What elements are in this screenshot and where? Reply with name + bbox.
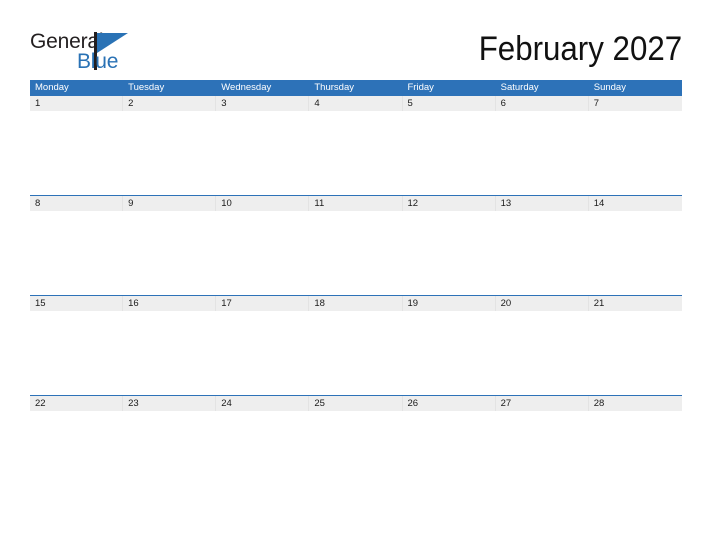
day-note-cell[interactable] [123,211,217,295]
day-note-cell[interactable] [123,311,217,395]
calendar-page: General Blue February 2027 Monday Tuesda… [0,0,712,550]
week-note-area [30,411,682,495]
date-cell[interactable]: 4 [309,96,403,111]
day-header-friday: Friday [407,82,434,93]
page-header: General Blue February 2027 [0,0,712,78]
day-note-cell[interactable] [402,211,496,295]
date-cell[interactable]: 19 [403,296,496,311]
week-date-bar: 15 16 17 18 19 20 21 [30,295,682,311]
day-note-cell[interactable] [123,411,217,495]
day-note-cell[interactable] [588,211,682,295]
day-header-wednesday: Wednesday [221,82,272,93]
day-note-cell[interactable] [402,111,496,195]
day-header-sunday: Sunday [593,82,626,93]
day-note-cell[interactable] [588,311,682,395]
day-note-cell[interactable] [309,111,403,195]
date-cell[interactable]: 20 [496,296,589,311]
day-header-monday: Monday [35,82,69,93]
date-cell[interactable]: 3 [216,96,310,111]
date-cell[interactable]: 6 [496,96,589,111]
date-cell[interactable]: 7 [589,96,682,111]
date-cell[interactable]: 5 [403,96,496,111]
date-cell[interactable]: 2 [123,96,217,111]
day-header-tuesday: Tuesday [128,82,165,93]
week-note-area [30,211,682,295]
date-cell[interactable]: 1 [30,96,124,111]
day-note-cell[interactable] [30,211,124,295]
date-cell[interactable]: 25 [309,396,403,411]
day-note-cell[interactable] [495,311,589,395]
day-of-week-header-row: Monday Tuesday Wednesday Thursday Friday… [30,80,682,95]
day-header-saturday: Saturday [500,82,539,93]
date-cell[interactable]: 15 [30,296,124,311]
date-cell[interactable]: 12 [403,196,496,211]
calendar-grid: Monday Tuesday Wednesday Thursday Friday… [30,80,682,495]
day-note-cell[interactable] [216,211,310,295]
day-note-cell[interactable] [309,311,403,395]
date-cell[interactable]: 24 [216,396,310,411]
date-cell[interactable]: 13 [496,196,589,211]
week-date-bar: 22 23 24 25 26 27 28 [30,395,682,411]
day-note-cell[interactable] [309,411,403,495]
date-cell[interactable]: 16 [123,296,217,311]
day-header-thursday: Thursday [314,82,354,93]
day-note-cell[interactable] [588,111,682,195]
week-date-bar: 8 9 10 11 12 13 14 [30,195,682,211]
calendar-week-row: 8 9 10 11 12 13 14 [30,195,682,295]
day-note-cell[interactable] [402,311,496,395]
date-cell[interactable]: 10 [216,196,310,211]
day-note-cell[interactable] [588,411,682,495]
date-cell[interactable]: 27 [496,396,589,411]
week-date-bar: 1 2 3 4 5 6 7 [30,95,682,111]
date-cell[interactable]: 22 [30,396,124,411]
date-cell[interactable]: 18 [309,296,403,311]
week-note-area [30,111,682,195]
day-note-cell[interactable] [216,311,310,395]
day-note-cell[interactable] [309,211,403,295]
brand-logo[interactable]: General Blue [30,31,170,73]
date-cell[interactable]: 28 [589,396,682,411]
calendar-week-row: 22 23 24 25 26 27 28 [30,395,682,495]
date-cell[interactable]: 9 [123,196,217,211]
day-note-cell[interactable] [30,411,124,495]
day-note-cell[interactable] [402,411,496,495]
date-cell[interactable]: 8 [30,196,124,211]
page-title: February 2027 [478,30,682,68]
day-note-cell[interactable] [495,111,589,195]
day-note-cell[interactable] [30,111,124,195]
calendar-week-row: 15 16 17 18 19 20 21 [30,295,682,395]
day-note-cell[interactable] [123,111,217,195]
date-cell[interactable]: 23 [123,396,217,411]
date-cell[interactable]: 26 [403,396,496,411]
date-cell[interactable]: 11 [309,196,403,211]
day-note-cell[interactable] [30,311,124,395]
date-cell[interactable]: 21 [589,296,682,311]
brand-name-blue: Blue [77,50,119,73]
day-note-cell[interactable] [216,411,310,495]
day-note-cell[interactable] [495,211,589,295]
week-note-area [30,311,682,395]
date-cell[interactable]: 17 [216,296,310,311]
day-note-cell[interactable] [216,111,310,195]
day-note-cell[interactable] [495,411,589,495]
date-cell[interactable]: 14 [589,196,682,211]
calendar-week-row: 1 2 3 4 5 6 7 [30,95,682,195]
